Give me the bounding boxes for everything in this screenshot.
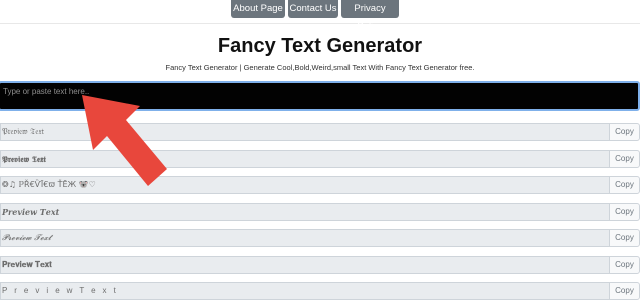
fancy-preview-text: 𝐏𝐫𝐞𝐯𝐢𝐞𝐰 𝐓𝐞𝐱𝐭 xyxy=(0,256,609,274)
copy-button[interactable]: Copy xyxy=(609,203,640,221)
about-page-button[interactable]: About Page xyxy=(231,0,285,18)
privacy-policy-button[interactable]: Privacy Policy xyxy=(341,0,399,32)
copy-button[interactable]: Copy xyxy=(609,229,640,247)
contact-us-button[interactable]: Contact Us xyxy=(288,0,338,18)
copy-button[interactable]: Copy xyxy=(609,123,640,141)
fancy-preview-text: 𝓟𝓻𝓮𝓿𝓲𝓮𝔀 𝓣𝓮𝔁𝓽 xyxy=(0,229,609,247)
fancy-preview-text: 𝑷𝒓𝒆𝒗𝒊𝒆𝒘 𝑻𝒆𝒙𝒕 xyxy=(0,203,609,221)
copy-button[interactable]: Copy xyxy=(609,282,640,300)
page-title: Fancy Text Generator xyxy=(217,35,423,57)
copy-button[interactable]: Copy xyxy=(609,256,640,274)
pointer-arrow-icon xyxy=(82,95,167,186)
preview-row: P r e v i e w T e x t Copy xyxy=(0,282,640,300)
page-subtitle: Fancy Text Generator | Generate Cool,Bol… xyxy=(165,63,475,72)
copy-button[interactable]: Copy xyxy=(609,176,640,194)
preview-row: 𝓟𝓻𝓮𝓿𝓲𝓮𝔀 𝓣𝓮𝔁𝓽 Copy xyxy=(0,229,640,247)
top-navigation: About Page Contact Us Privacy Policy xyxy=(0,0,640,32)
fancy-preview-text: P r e v i e w T e x t xyxy=(0,282,609,300)
preview-row: 𝐏𝐫𝐞𝐯𝐢𝐞𝐰 𝐓𝐞𝐱𝐭 Copy xyxy=(0,256,640,274)
preview-row: 𝑷𝒓𝒆𝒗𝒊𝒆𝒘 𝑻𝒆𝒙𝒕 Copy xyxy=(0,203,640,221)
copy-button[interactable]: Copy xyxy=(609,150,640,168)
